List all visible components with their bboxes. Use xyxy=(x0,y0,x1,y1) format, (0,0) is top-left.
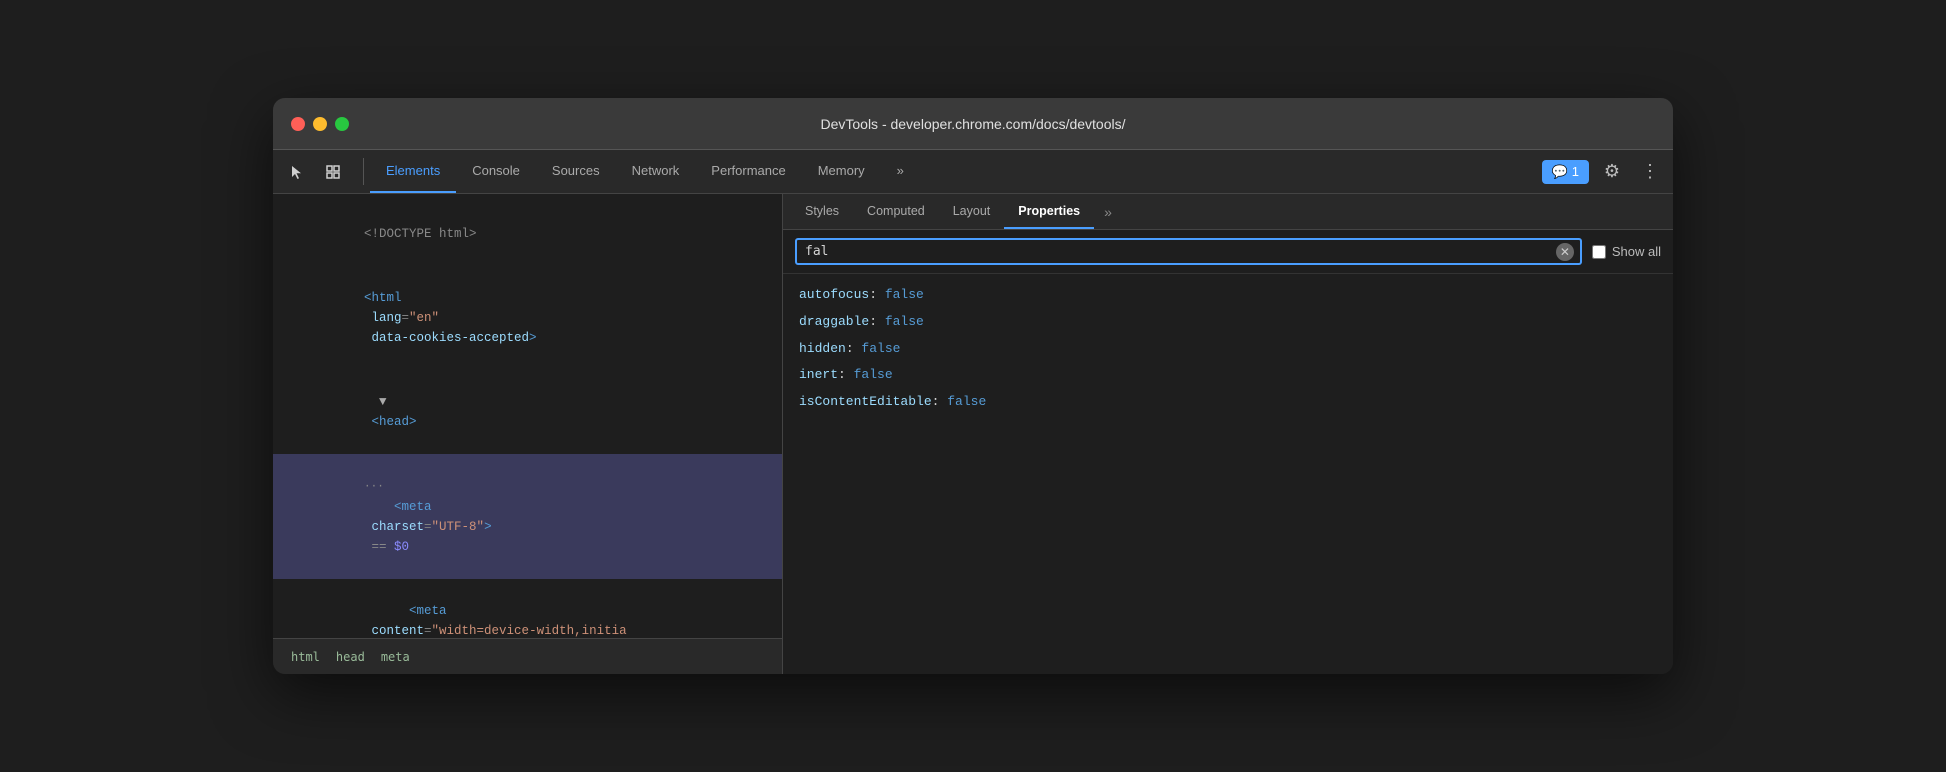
properties-list: autofocus: false draggable: false hidden… xyxy=(783,274,1673,674)
show-all-checkbox[interactable] xyxy=(1592,245,1606,259)
panel-tab-styles[interactable]: Styles xyxy=(791,194,853,229)
dom-tree: <!DOCTYPE html> <html lang="en" data-coo… xyxy=(273,194,782,638)
tab-performance[interactable]: Performance xyxy=(695,150,801,193)
window-title: DevTools - developer.chrome.com/docs/dev… xyxy=(820,116,1125,132)
prop-row-autofocus: autofocus: false xyxy=(799,282,1657,309)
dom-line-head[interactable]: ▼ <head> xyxy=(273,370,782,454)
dom-line-meta-charset[interactable]: ··· <meta charset="UTF-8"> == $0 xyxy=(273,454,782,579)
panel-tab-layout[interactable]: Layout xyxy=(939,194,1005,229)
properties-panel: Styles Computed Layout Properties » xyxy=(783,194,1673,674)
cursor-icon-button[interactable] xyxy=(281,156,313,188)
panel-tab-more[interactable]: » xyxy=(1094,194,1122,229)
show-all-wrap: Show all xyxy=(1592,244,1661,259)
inspect-icon-button[interactable] xyxy=(317,156,349,188)
tab-elements[interactable]: Elements xyxy=(370,150,456,193)
prop-row-iscontenteditable: isContentEditable: false xyxy=(799,389,1657,416)
toolbar-left xyxy=(281,150,349,193)
panel-tab-computed[interactable]: Computed xyxy=(853,194,939,229)
window-controls xyxy=(291,117,349,131)
tab-network[interactable]: Network xyxy=(616,150,696,193)
tab-console[interactable]: Console xyxy=(456,150,536,193)
close-button[interactable] xyxy=(291,117,305,131)
gear-icon: ⚙ xyxy=(1604,161,1620,182)
notifications-button[interactable]: 💬 1 xyxy=(1542,160,1589,184)
panel-tab-properties[interactable]: Properties xyxy=(1004,194,1094,229)
cursor-icon xyxy=(289,164,305,180)
more-options-button[interactable]: ⋮ xyxy=(1635,157,1665,187)
show-all-label: Show all xyxy=(1612,244,1661,259)
elements-panel: <!DOCTYPE html> <html lang="en" data-coo… xyxy=(273,194,783,674)
prop-row-hidden: hidden: false xyxy=(799,336,1657,363)
main-content: <!DOCTYPE html> <html lang="en" data-coo… xyxy=(273,194,1673,674)
toolbar: Elements Console Sources Network Perform… xyxy=(273,150,1673,194)
filter-bar: ✕ Show all xyxy=(783,230,1673,274)
breadcrumb: html head meta xyxy=(273,638,782,674)
panel-tabs: Styles Computed Layout Properties » xyxy=(783,194,1673,230)
ellipsis-icon: ⋮ xyxy=(1641,161,1659,182)
filter-clear-button[interactable]: ✕ xyxy=(1556,243,1574,261)
breadcrumb-html[interactable]: html xyxy=(285,648,326,666)
chat-icon: 💬 xyxy=(1552,164,1568,180)
toolbar-right: 💬 1 ⚙ ⋮ xyxy=(1542,150,1665,193)
tab-more[interactable]: » xyxy=(881,150,920,193)
prop-row-inert: inert: false xyxy=(799,362,1657,389)
toolbar-divider xyxy=(363,158,364,185)
filter-input[interactable] xyxy=(797,240,1580,263)
main-tabs: Elements Console Sources Network Perform… xyxy=(370,150,920,193)
tab-memory[interactable]: Memory xyxy=(802,150,881,193)
tab-sources[interactable]: Sources xyxy=(536,150,616,193)
dom-line-meta-viewport[interactable]: <meta content="width=device-width,initia xyxy=(273,579,782,638)
dom-line-doctype[interactable]: <!DOCTYPE html> xyxy=(273,202,782,266)
inspect-icon xyxy=(325,164,341,180)
minimize-button[interactable] xyxy=(313,117,327,131)
breadcrumb-meta[interactable]: meta xyxy=(375,648,416,666)
devtools-window: DevTools - developer.chrome.com/docs/dev… xyxy=(273,98,1673,674)
titlebar: DevTools - developer.chrome.com/docs/dev… xyxy=(273,98,1673,150)
dom-line-html[interactable]: <html lang="en" data-cookies-accepted> xyxy=(273,266,782,370)
breadcrumb-head[interactable]: head xyxy=(330,648,371,666)
prop-row-draggable: draggable: false xyxy=(799,309,1657,336)
filter-input-wrap: ✕ xyxy=(795,238,1582,265)
maximize-button[interactable] xyxy=(335,117,349,131)
settings-button[interactable]: ⚙ xyxy=(1597,157,1627,187)
